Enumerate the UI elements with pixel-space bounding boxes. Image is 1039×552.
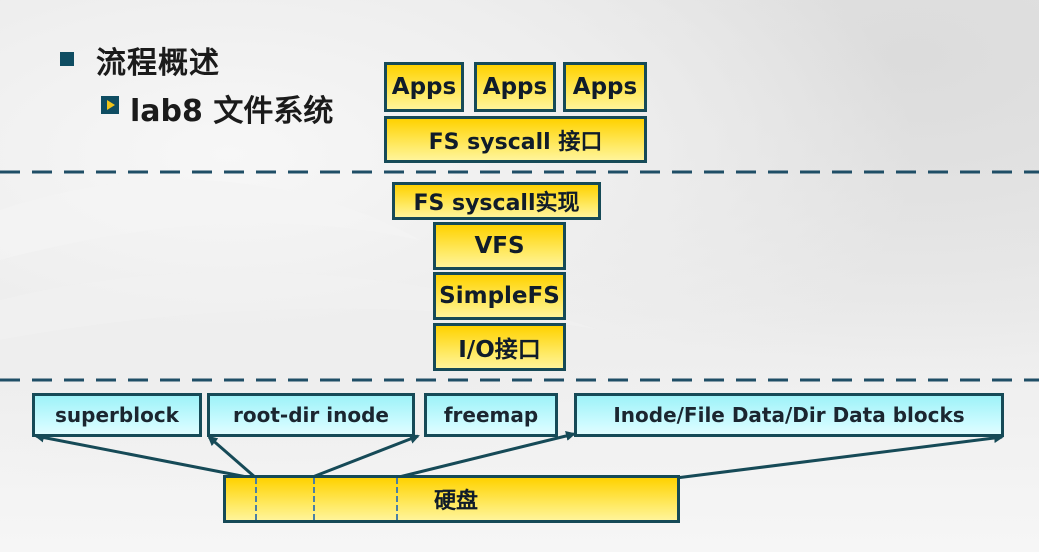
fs-syscall-interface-box: FS syscall 接口 [384,116,647,163]
fs-syscall-impl-box: FS syscall实现 [392,182,601,220]
apps-box-1: Apps [384,62,464,112]
disk-divider-root-dir-inode [313,478,315,520]
apps-box-3: Apps [563,62,647,112]
arrow-superblock [34,432,253,480]
apps-box-2: Apps [474,62,556,112]
arrow-data-blocks [675,433,1004,480]
arrow-root-dir-inode-right [309,434,420,480]
vfs-box: VFS [433,222,566,270]
io-interface-box: I/O接口 [433,323,566,371]
data-blocks-block: Inode/File Data/Dir Data blocks [574,393,1004,437]
superblock-block: superblock [32,393,202,437]
simplefs-box: SimpleFS [433,272,566,320]
arrow-freemap [394,431,576,480]
disk-divider-superblock [255,478,257,520]
disk-box: 硬盘 [223,475,680,523]
disk-label: 硬盘 [433,489,478,514]
freemap-block: freemap [424,393,558,437]
root-dir-inode-block: root-dir inode [207,393,415,437]
disk-divider-freemap [396,478,398,520]
